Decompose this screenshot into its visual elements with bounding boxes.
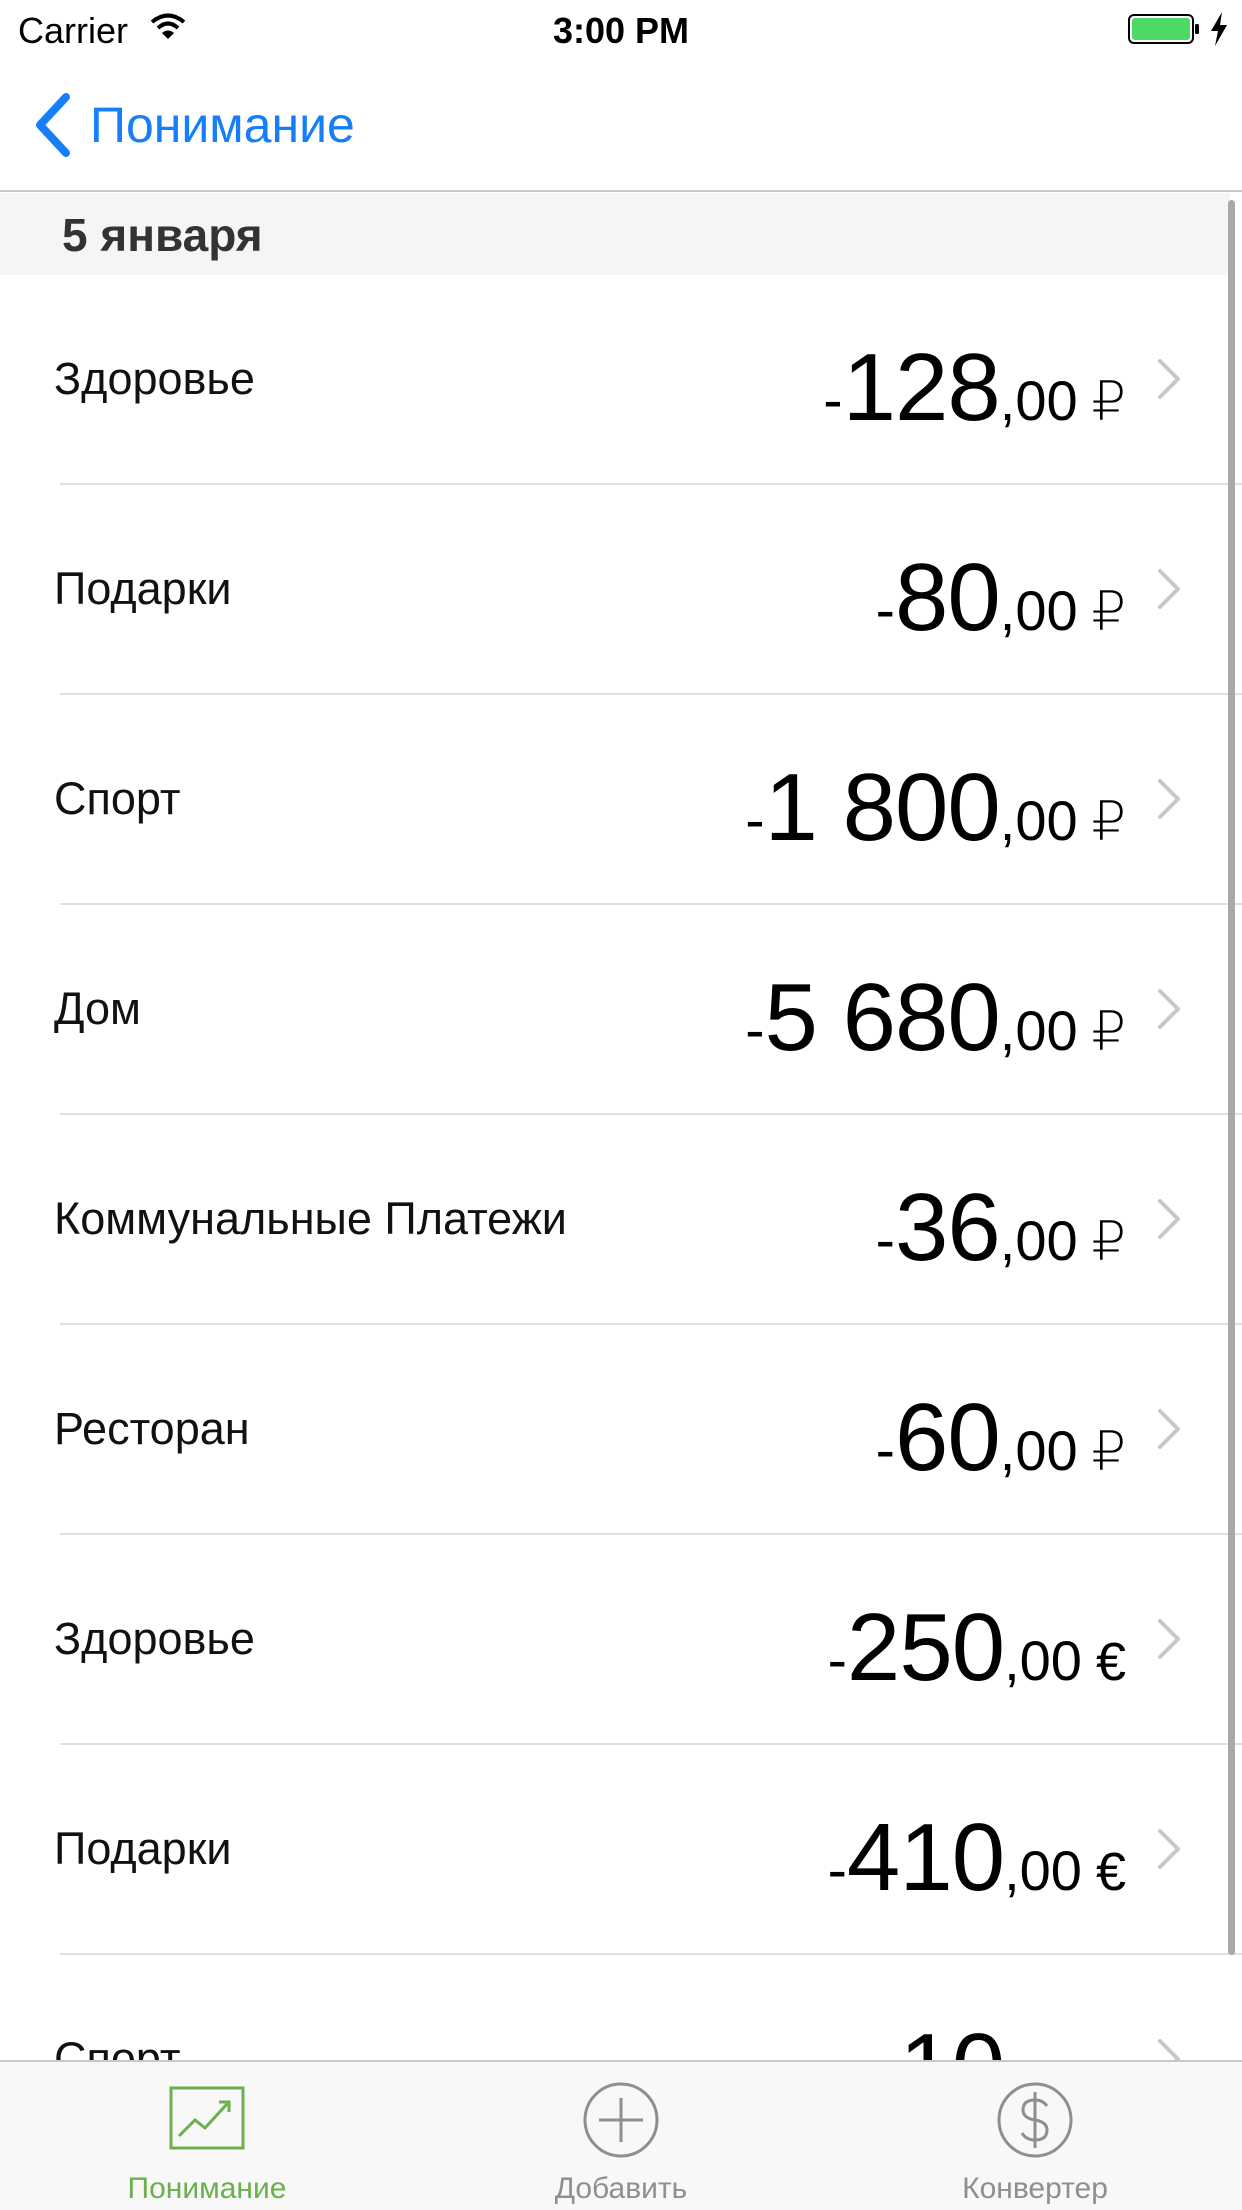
amount: -36,00 ₽ (876, 1173, 1126, 1283)
category-label: Спорт (54, 773, 181, 824)
expense-list: Здоровье -128,00 ₽ Подарки -80,00 ₽ Спорт -1 80… (0, 275, 1242, 2060)
category-label: Подарки (54, 563, 232, 614)
currency-symbol: € (1095, 1842, 1126, 1902)
amount: -1 800,00 ₽ (745, 753, 1126, 863)
tab-converter-label: Конвертер (962, 2172, 1108, 2205)
category-label: Ресторан (54, 1403, 250, 1454)
list-item[interactable]: Подарки -80,00 ₽ (0, 485, 1242, 695)
amount-sign: - (875, 1418, 895, 1483)
plus-circle-icon (583, 2082, 659, 2158)
amount-sign: - (827, 1838, 847, 1903)
chevron-right-icon (1158, 989, 1180, 1029)
amount-integer: 128 (842, 334, 1001, 441)
currency-symbol: ₽ (1091, 1002, 1126, 1062)
amount-integer: 250 (846, 1594, 1005, 1701)
charging-bolt-icon (1211, 12, 1227, 46)
chart-trend-icon (169, 2086, 245, 2150)
currency-symbol: ₽ (1091, 582, 1126, 642)
amount-decimal: ,00 (999, 1419, 1078, 1482)
section-header: 5 января (0, 193, 1230, 275)
amount-sign: - (745, 788, 765, 853)
chevron-right-icon (1158, 359, 1180, 399)
tab-add-label: Добавить (554, 2172, 688, 2205)
amount-integer: 10 (899, 2014, 1005, 2060)
amount-integer: 5 680 (764, 964, 1001, 1071)
currency-symbol: ₽ (1091, 1422, 1126, 1482)
chevron-right-icon (1158, 1829, 1180, 1869)
chevron-right-icon (1158, 569, 1180, 609)
amount-decimal: ,00 (999, 579, 1078, 642)
amount: -60,00 ₽ (876, 1383, 1126, 1493)
amount: -5 680,00 ₽ (745, 963, 1126, 1073)
amount-decimal: ,00 (999, 1209, 1078, 1272)
currency-symbol: ₽ (1091, 792, 1126, 852)
amount: -410,00 € (828, 1803, 1126, 1913)
list-item[interactable]: Подарки -410,00 € (0, 1745, 1242, 1955)
back-button[interactable]: Понимание (32, 90, 355, 160)
amount-decimal: ,00 (999, 999, 1078, 1062)
amount: -128,00 ₽ (823, 333, 1126, 443)
list-item[interactable]: Коммунальные Платежи -36,00 ₽ (0, 1115, 1242, 1325)
amount-integer: 36 (895, 1174, 1001, 1281)
amount-decimal: ,00 (1004, 1629, 1082, 1692)
chevron-right-icon (1158, 779, 1180, 819)
amount: -10,00 € (880, 2013, 1126, 2060)
currency-symbol: ₽ (1091, 372, 1126, 432)
tab-converter[interactable]: Конвертер (828, 2062, 1242, 2210)
tab-insights-label: Понимание (127, 2172, 287, 2205)
category-label: Подарки (54, 1823, 232, 1874)
amount: -80,00 ₽ (876, 543, 1126, 653)
list-item[interactable]: Здоровье -250,00 € (0, 1535, 1242, 1745)
amount-integer: 410 (846, 1804, 1005, 1911)
amount-decimal: ,00 (1004, 2049, 1082, 2060)
amount-integer: 60 (895, 1384, 1001, 1491)
list-item[interactable]: Ресторан -60,00 ₽ (0, 1325, 1242, 1535)
amount-decimal: ,00 (999, 789, 1078, 852)
currency-symbol: € (1096, 2052, 1126, 2060)
tab-insights[interactable]: Понимание (0, 2062, 414, 2210)
amount-sign: - (875, 1208, 895, 1273)
amount-integer: 1 800 (764, 754, 1001, 861)
status-bar: Carrier 3:00 PM (0, 0, 1242, 60)
category-label: Спорт (54, 2033, 181, 2060)
amount: -250,00 € (828, 1593, 1126, 1703)
tab-add[interactable]: Добавить (414, 2062, 828, 2210)
amount-sign: - (745, 998, 765, 1063)
list-item[interactable]: Спорт -10,00 € (0, 1955, 1242, 2060)
amount-sign: - (880, 2048, 899, 2060)
back-button-label: Понимание (90, 97, 355, 153)
amount-sign: - (875, 578, 895, 643)
list-item[interactable]: Спорт -1 800,00 ₽ (0, 695, 1242, 905)
scrollbar[interactable] (1228, 200, 1235, 1955)
section-date-title: 5 января (62, 209, 263, 261)
list-item[interactable]: Здоровье -128,00 ₽ (0, 275, 1242, 485)
amount-decimal: ,00 (1004, 1839, 1082, 1902)
battery-icon (1128, 14, 1199, 44)
amount-decimal: ,00 (999, 369, 1078, 432)
category-label: Здоровье (54, 1613, 255, 1664)
list-item[interactable]: Дом -5 680,00 ₽ (0, 905, 1242, 1115)
clock: 3:00 PM (552, 10, 690, 51)
chevron-right-icon (1158, 1619, 1180, 1659)
dollar-circle-icon (997, 2082, 1073, 2158)
amount-integer: 80 (895, 544, 1001, 651)
amount-sign: - (823, 368, 843, 433)
currency-symbol: ₽ (1091, 1212, 1126, 1272)
chevron-right-icon (1158, 2039, 1180, 2060)
back-chevron-icon (36, 93, 70, 157)
amount-sign: - (827, 1628, 847, 1693)
chevron-right-icon (1158, 1409, 1180, 1449)
currency-symbol: € (1095, 1632, 1126, 1692)
tab-bar: Понимание Добавить Конвертер (0, 2060, 1242, 2210)
category-label: Здоровье (54, 353, 255, 404)
chevron-right-icon (1158, 1199, 1180, 1239)
navigation-bar: Понимание (0, 60, 1242, 192)
category-label: Коммунальные Платежи (54, 1193, 567, 1244)
category-label: Дом (54, 983, 141, 1034)
